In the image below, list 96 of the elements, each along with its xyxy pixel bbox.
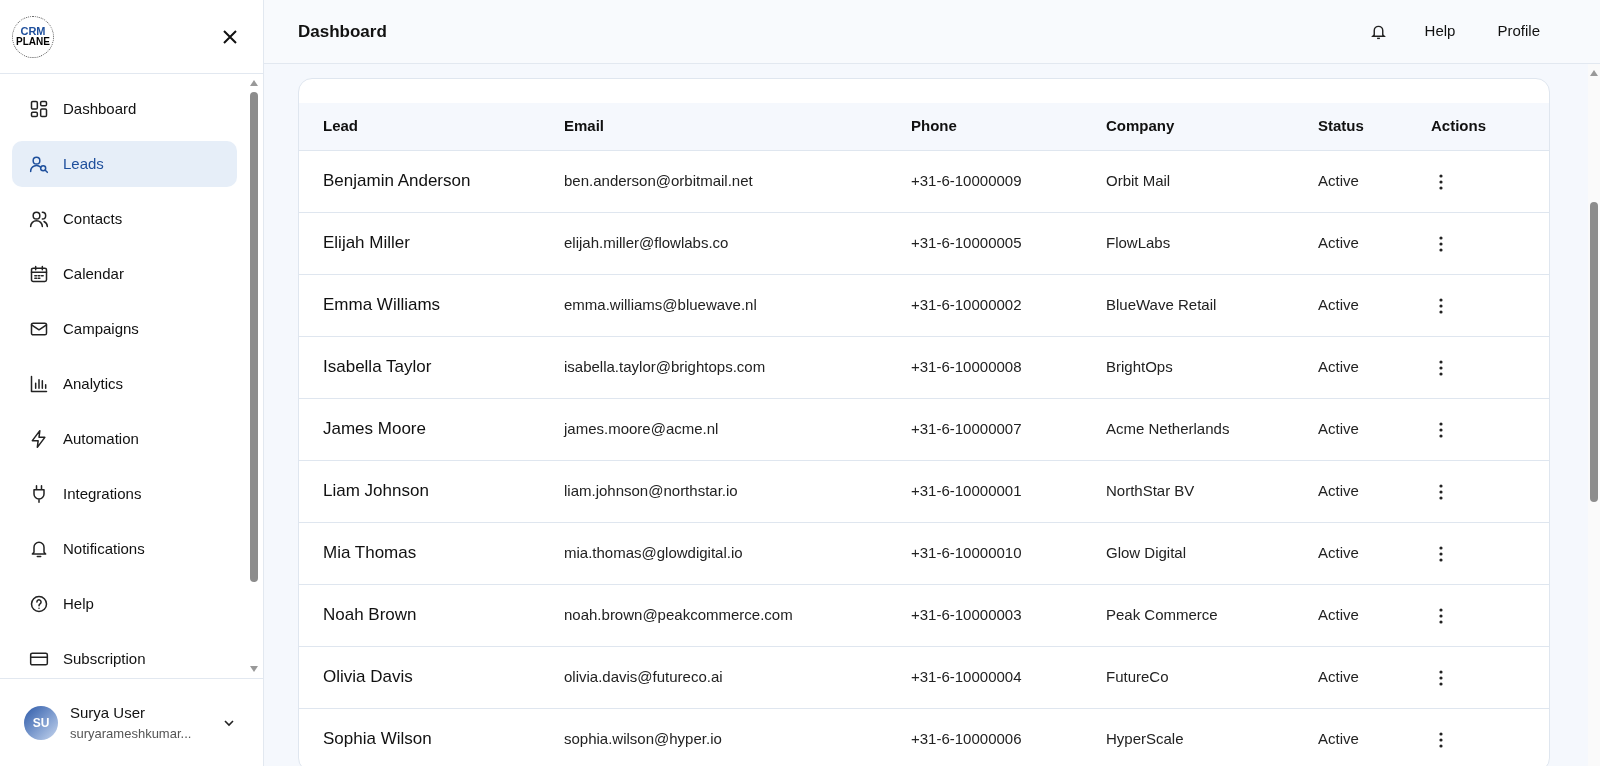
close-icon[interactable] — [221, 27, 239, 46]
table-cell: FlowLabs — [1106, 234, 1171, 251]
more-icon[interactable] — [1439, 173, 1443, 190]
table-cell: Olivia Davis — [323, 667, 413, 687]
more-icon[interactable] — [1439, 235, 1443, 252]
table-cell: NorthStar BV — [1106, 482, 1195, 499]
table-cell: +31-6-10000004 — [911, 668, 1022, 685]
users-icon — [29, 209, 49, 229]
more-icon[interactable] — [1439, 297, 1443, 314]
table-cell: Active — [1318, 606, 1359, 623]
table-cell: +31-6-10000002 — [911, 296, 1022, 313]
table-cell: Active — [1318, 730, 1359, 747]
sidebar-item[interactable]: Calendar — [12, 251, 237, 297]
mail-icon — [29, 319, 49, 339]
table-cell: Isabella Taylor — [323, 357, 432, 377]
table-cell: sophia.wilson@hyper.io — [564, 730, 722, 747]
table-cell: Emma Williams — [323, 295, 441, 315]
more-icon[interactable] — [1439, 483, 1443, 500]
lightning-icon — [29, 429, 49, 449]
chevron-down-icon[interactable] — [223, 718, 235, 727]
more-icon[interactable] — [1439, 545, 1443, 562]
table-cell: ben.anderson@orbitmail.net — [564, 172, 753, 189]
table-cell: liam.johnson@northstar.io — [564, 482, 738, 499]
more-icon[interactable] — [1439, 359, 1443, 376]
table-cell: Glow Digital — [1106, 544, 1187, 561]
table-cell: mia.thomas@glowdigital.io — [564, 544, 743, 561]
column-header: Email — [564, 117, 605, 134]
table-cell: Active — [1318, 296, 1359, 313]
table-cell: Active — [1318, 544, 1359, 561]
table-cell: james.moore@acme.nl — [564, 420, 719, 437]
sidebar-item[interactable]: Analytics — [12, 361, 237, 407]
bell-icon — [29, 539, 49, 559]
table-cell: olivia.davis@futureco.ai — [564, 668, 723, 685]
table-cell: +31-6-10000003 — [911, 606, 1022, 623]
sidebar-item[interactable]: Campaigns — [12, 306, 237, 352]
table-cell: +31-6-10000010 — [911, 544, 1022, 561]
more-icon[interactable] — [1439, 731, 1443, 748]
table-cell: +31-6-10000006 — [911, 730, 1022, 747]
column-header: Phone — [911, 117, 957, 134]
table-cell: Acme Netherlands — [1106, 420, 1230, 437]
table-cell: +31-6-10000009 — [911, 172, 1022, 189]
grid-icon — [29, 99, 49, 119]
table-cell: BlueWave Retail — [1106, 296, 1217, 313]
table-cell: Active — [1318, 172, 1359, 189]
user-name: Surya User — [70, 702, 147, 723]
table-cell: emma.williams@bluewave.nl — [564, 296, 757, 313]
header-link[interactable]: Profile — [1497, 20, 1540, 43]
table-cell: +31-6-10000001 — [911, 482, 1022, 499]
user-search-icon — [29, 154, 49, 174]
column-header: Status — [1318, 117, 1364, 134]
table-cell: Peak Commerce — [1106, 606, 1218, 623]
table-cell: elijah.miller@flowlabs.co — [564, 234, 729, 251]
sidebar-item[interactable]: Subscription — [12, 636, 237, 678]
table-cell: Benjamin Anderson — [323, 171, 471, 191]
sidebar-item[interactable]: Help — [12, 581, 237, 627]
page-title: Dashboard — [298, 20, 388, 43]
table-cell: Active — [1318, 234, 1359, 251]
calendar-icon — [29, 264, 49, 284]
table-cell: Active — [1318, 668, 1359, 685]
table-cell: Sophia Wilson — [323, 729, 432, 749]
table-cell: BrightOps — [1106, 358, 1173, 375]
table-cell: +31-6-10000007 — [911, 420, 1022, 437]
more-icon[interactable] — [1439, 607, 1443, 624]
table-cell: James Moore — [323, 419, 426, 439]
table-cell: Orbit Mail — [1106, 172, 1171, 189]
avatar: SU — [24, 705, 58, 740]
table-cell: Liam Johnson — [323, 481, 429, 501]
sidebar-item[interactable]: Contacts — [12, 196, 237, 242]
header-link[interactable]: Help — [1424, 20, 1456, 43]
more-icon[interactable] — [1439, 421, 1443, 438]
table-cell: FutureCo — [1106, 668, 1169, 685]
more-icon[interactable] — [1439, 669, 1443, 686]
credit-card-icon — [29, 649, 49, 669]
table-cell: isabella.taylor@brightops.com — [564, 358, 766, 375]
table-cell: Elijah Miller — [323, 233, 410, 253]
table-cell: Active — [1318, 482, 1359, 499]
table-cell: Mia Thomas — [323, 543, 417, 563]
table-cell: +31-6-10000008 — [911, 358, 1022, 375]
scrollbar[interactable] — [1588, 64, 1600, 766]
sidebar-item[interactable]: Integrations — [12, 471, 237, 517]
bar-chart-icon — [29, 374, 49, 394]
column-header: Company — [1106, 117, 1175, 134]
table-cell: Noah Brown — [323, 605, 417, 625]
column-header: Lead — [323, 117, 358, 134]
sidebar-item[interactable]: Dashboard — [12, 86, 237, 132]
table-cell: Active — [1318, 358, 1359, 375]
column-header: Actions — [1431, 117, 1486, 134]
sidebar-item[interactable]: Leads — [12, 141, 237, 187]
table-cell: Active — [1318, 420, 1359, 437]
sidebar-item[interactable]: Automation — [12, 416, 237, 462]
user-email: suryarameshkumar... — [70, 725, 193, 743]
sidebar-item[interactable]: Notifications — [12, 526, 237, 572]
table-cell: noah.brown@peakcommerce.com — [564, 606, 793, 623]
table-cell: +31-6-10000005 — [911, 234, 1022, 251]
table-cell: HyperScale — [1106, 730, 1184, 747]
help-icon — [29, 594, 49, 614]
